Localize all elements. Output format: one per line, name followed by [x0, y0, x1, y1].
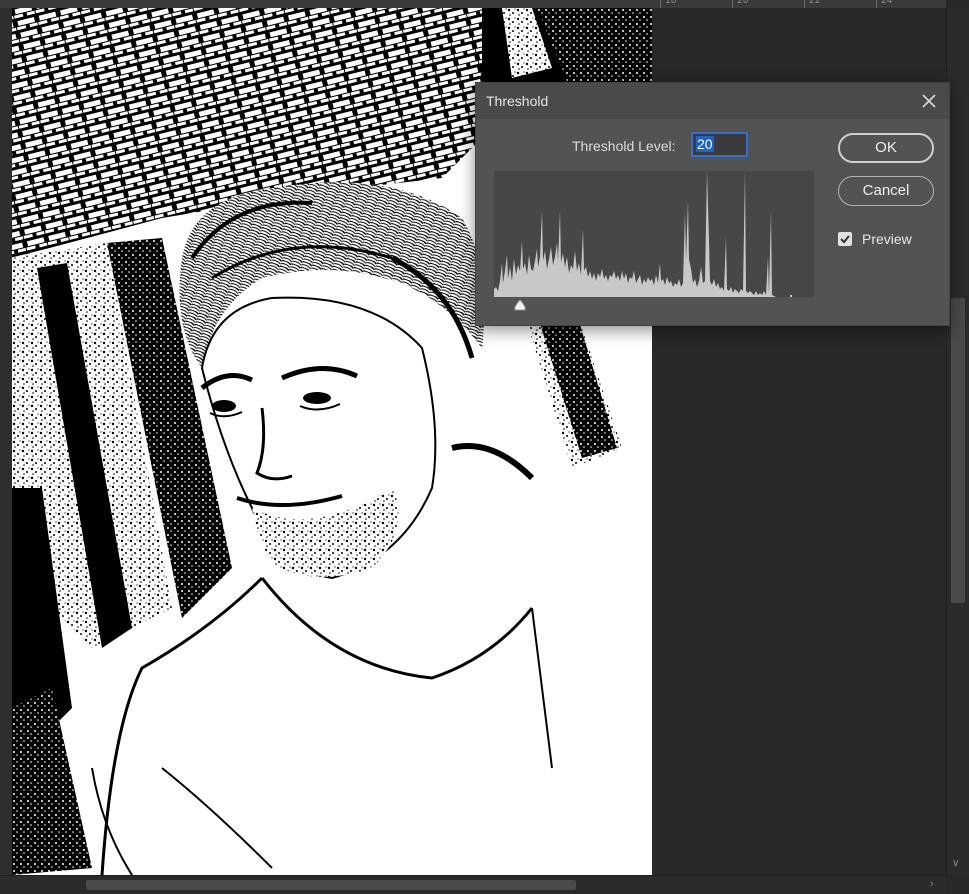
ruler-tick — [732, 0, 733, 8]
dialog-titlebar[interactable]: Threshold — [476, 83, 949, 119]
histogram — [494, 171, 814, 297]
checkmark-icon — [840, 235, 850, 244]
ok-button[interactable]: OK — [838, 133, 934, 163]
horizontal-scrollbar[interactable]: › — [0, 875, 946, 894]
horizontal-scroll-thumb[interactable] — [86, 880, 576, 890]
close-icon — [922, 94, 936, 108]
histogram-graph — [494, 171, 792, 297]
left-ruler — [0, 8, 12, 875]
ruler-tick — [660, 0, 661, 8]
preview-label: Preview — [862, 231, 912, 247]
ruler-number: 24 — [881, 0, 893, 6]
scroll-down-icon[interactable]: ∨ — [952, 858, 959, 869]
ruler-number: 22 — [809, 0, 821, 6]
threshold-level-label: Threshold Level: — [572, 138, 676, 154]
threshold-level-input[interactable]: 20 — [691, 132, 748, 157]
scroll-right-icon[interactable]: › — [930, 878, 934, 890]
threshold-dialog: Threshold Threshold Level: 20 OK Cancel … — [475, 82, 950, 326]
threshold-slider-handle[interactable] — [513, 299, 527, 317]
ruler-tick — [804, 0, 805, 8]
ruler-tick — [876, 0, 877, 8]
dialog-title: Threshold — [486, 93, 549, 109]
cancel-button[interactable]: Cancel — [838, 176, 934, 206]
threshold-level-value: 20 — [696, 136, 714, 152]
close-button[interactable] — [919, 91, 939, 111]
checkbox-box[interactable] — [838, 232, 852, 246]
vertical-scroll-thumb[interactable] — [951, 298, 965, 603]
ruler-number: 20 — [737, 0, 749, 6]
slider-triangle-icon — [514, 299, 526, 311]
ruler-number: 18 — [665, 0, 677, 6]
